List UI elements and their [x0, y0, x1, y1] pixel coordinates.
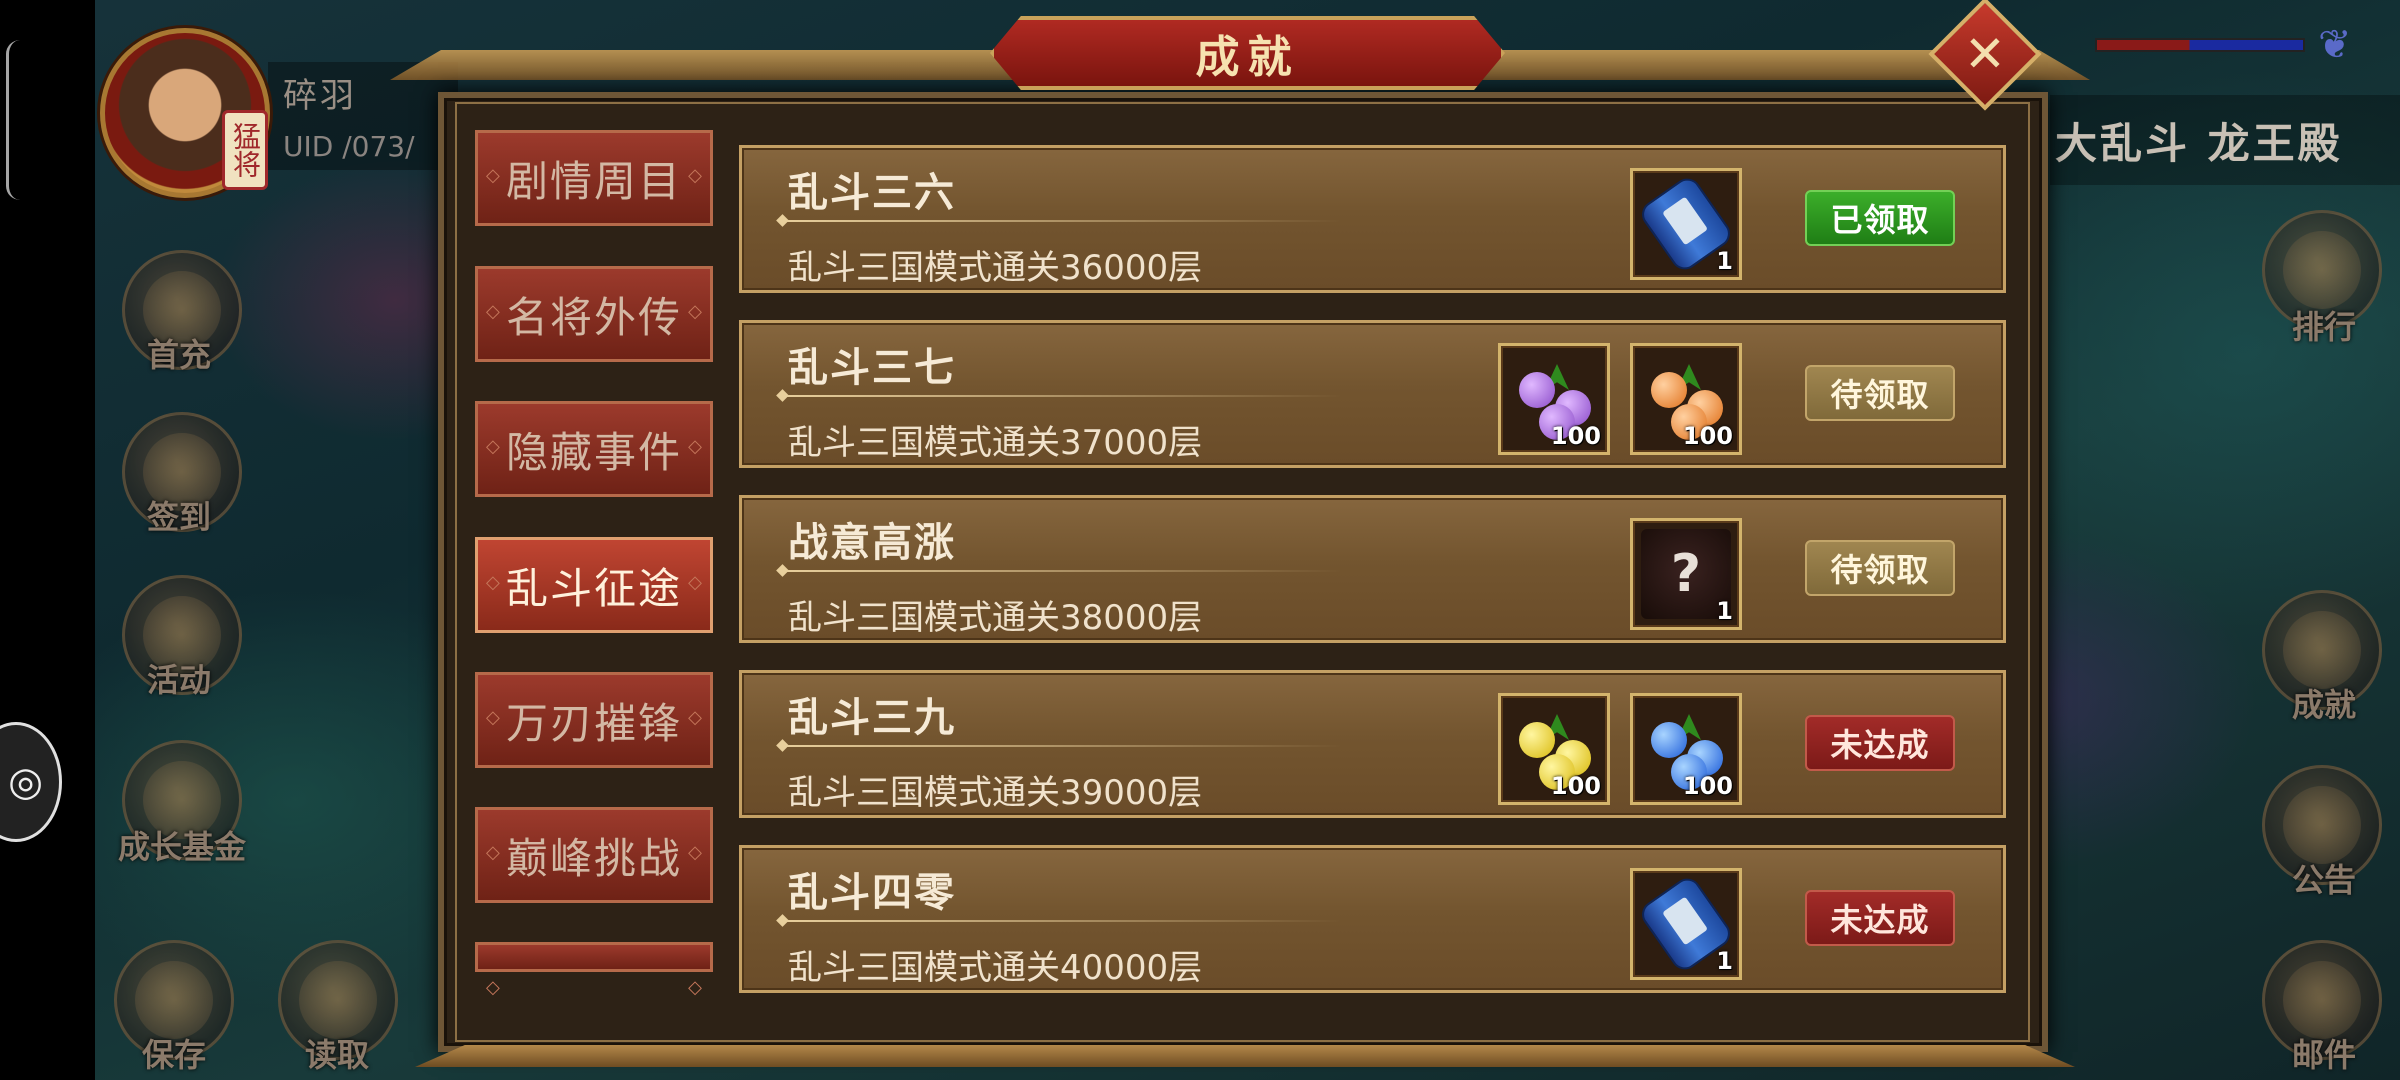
- first-recharge-label: 首充: [147, 336, 212, 374]
- ranking-label: 排行: [2292, 308, 2357, 346]
- tab-label: 名将外传: [505, 292, 682, 342]
- stage-title: 大乱斗 龙王殿: [2055, 119, 2343, 168]
- tab-blade-charge[interactable]: 万刃摧锋: [475, 672, 713, 768]
- achievement-desc: 乱斗三国模式通关39000层: [788, 773, 1203, 813]
- notice-label: 公告: [2292, 861, 2357, 899]
- reward-count: 100: [1550, 422, 1601, 450]
- tab-story-cycle[interactable]: 剧情周目: [475, 130, 713, 226]
- reward-count: 1: [1716, 247, 1733, 275]
- reward-item[interactable]: 100: [1630, 693, 1742, 805]
- achievement-desc: 乱斗三国模式通关38000层: [788, 598, 1203, 638]
- reward-item[interactable]: ? 1: [1630, 518, 1742, 630]
- divider-line: [782, 920, 1342, 922]
- mail-label: 邮件: [2292, 1036, 2357, 1074]
- edge-gesture-handle[interactable]: [6, 40, 20, 200]
- player-name: 碎羽: [283, 76, 357, 116]
- achievement-desc: 乱斗三国模式通关40000层: [788, 948, 1203, 988]
- avatar-badge: 猛将: [222, 110, 268, 190]
- save-icon: [135, 961, 213, 1039]
- dialog-title: 成就: [1195, 32, 1300, 83]
- reward-count: 1: [1716, 597, 1733, 625]
- tab-label: 剧情周目: [505, 156, 682, 206]
- checkin-label: 签到: [147, 498, 212, 536]
- activity-label: 活动: [147, 661, 212, 699]
- tab-label: 巅峰挑战: [505, 833, 682, 883]
- growth-fund-label: 成长基金: [118, 828, 247, 866]
- ranking-icon: [2283, 231, 2361, 309]
- achievement-row: 乱斗三七 乱斗三国模式通关37000层 100 100 待领取: [739, 320, 2006, 468]
- tab-brawl-journey[interactable]: 乱斗征途: [475, 537, 713, 633]
- claim-status-button[interactable]: 待领取: [1805, 365, 1955, 421]
- reward-count: 100: [1550, 772, 1601, 800]
- claim-status-button[interactable]: 未达成: [1805, 890, 1955, 946]
- tab-hidden-events[interactable]: 隐藏事件: [475, 401, 713, 497]
- achievement-row: 乱斗三九 乱斗三国模式通关39000层 100 100 未达成: [739, 670, 2006, 818]
- reward-item[interactable]: 100: [1498, 343, 1610, 455]
- achievement-side-label: 成就: [2292, 686, 2357, 724]
- achievement-title: 乱斗三九: [788, 695, 956, 741]
- butterfly-icon: ❦: [2318, 22, 2352, 68]
- reward-count: 100: [1682, 772, 1733, 800]
- achievement-list[interactable]: 乱斗三六 乱斗三国模式通关36000层 1 已领取 乱斗三七 乱斗三国模式通关3…: [735, 140, 2010, 1000]
- tab-label: 隐藏事件: [505, 427, 682, 477]
- claim-status-button[interactable]: 待领取: [1805, 540, 1955, 596]
- achievement-desc: 乱斗三国模式通关37000层: [788, 423, 1203, 463]
- reward-count: 100: [1682, 422, 1733, 450]
- load-icon: [299, 961, 377, 1039]
- reward-count: 1: [1716, 947, 1733, 975]
- load-label: 读取: [305, 1036, 370, 1074]
- close-icon: ✕: [1964, 25, 2006, 83]
- energy-bar: [2095, 38, 2305, 52]
- achievement-desc: 乱斗三国模式通关36000层: [788, 248, 1203, 288]
- divider-line: [782, 220, 1342, 222]
- achievement-title: 乱斗三六: [788, 170, 956, 216]
- tab-label: 乱斗征途: [505, 563, 682, 613]
- reward-item[interactable]: 100: [1630, 343, 1742, 455]
- save-label: 保存: [142, 1036, 207, 1074]
- claim-status-button[interactable]: 未达成: [1805, 715, 1955, 771]
- mail-icon: [2283, 961, 2361, 1039]
- achievement-icon: [2283, 611, 2361, 689]
- divider-line: [782, 395, 1342, 397]
- dialog-title-plate: 成就: [990, 16, 1505, 90]
- achievement-row: 乱斗四零 乱斗三国模式通关40000层 1 未达成: [739, 845, 2006, 993]
- reward-item[interactable]: 1: [1630, 168, 1742, 280]
- reward-item[interactable]: 1: [1630, 868, 1742, 980]
- reward-item[interactable]: 100: [1498, 693, 1610, 805]
- dialog-bottom-ornament: [415, 1045, 2075, 1067]
- notice-icon: [2283, 786, 2361, 864]
- claim-status-button[interactable]: 已领取: [1805, 190, 1955, 246]
- tab-famous-generals[interactable]: 名将外传: [475, 266, 713, 362]
- achievement-title: 乱斗四零: [788, 870, 956, 916]
- divider-line: [782, 745, 1342, 747]
- left-black-strip: [0, 0, 95, 1080]
- player-uid: UID /073/: [283, 130, 415, 163]
- tab-partial-next[interactable]: [475, 942, 713, 998]
- tab-label: 万刃摧锋: [505, 698, 682, 748]
- achievement-title: 战意高涨: [788, 520, 956, 566]
- divider-line: [782, 570, 1342, 572]
- achievement-row: 乱斗三六 乱斗三国模式通关36000层 1 已领取: [739, 145, 2006, 293]
- tab-peak-challenge[interactable]: 巅峰挑战: [475, 807, 713, 903]
- achievement-row: 战意高涨 乱斗三国模式通关38000层 ? 1 待领取: [739, 495, 2006, 643]
- achievement-title: 乱斗三七: [788, 345, 956, 391]
